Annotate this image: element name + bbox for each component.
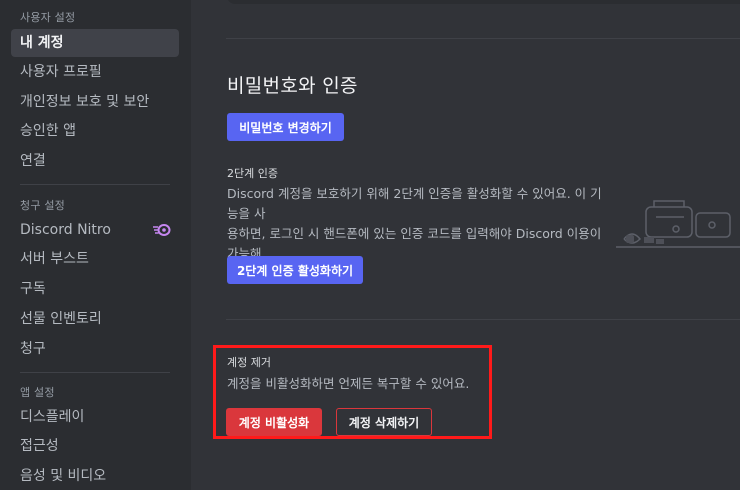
sidebar-divider	[20, 372, 170, 373]
section-divider	[226, 319, 740, 320]
sidebar-item-server-boost[interactable]: 서버 부스트	[11, 245, 179, 273]
two-factor-label: 2단계 인증	[227, 167, 278, 180]
sidebar-item-label: 디스플레이	[20, 409, 85, 425]
sidebar-item-accessibility[interactable]: 접근성	[11, 432, 179, 460]
app-settings-header: 앱 설정	[20, 386, 55, 399]
sidebar-item-label: 선물 인벤토리	[20, 311, 102, 327]
sidebar-item-nitro[interactable]: Discord Nitro	[11, 216, 179, 244]
settings-sidebar: 사용자 설정 내 계정 사용자 프로필 개인정보 보호 및 보안 승인한 앱 연…	[0, 0, 191, 490]
two-factor-desc-line: Discord 계정을 보호하기 위해 2단계 인증을 활성화할 수 있어요. …	[227, 186, 602, 221]
section-divider	[226, 38, 740, 39]
sidebar-item-label: 구독	[20, 281, 46, 297]
two-factor-illustration	[616, 200, 740, 248]
nitro-icon	[153, 224, 171, 236]
sidebar-item-label: 접근성	[20, 438, 59, 454]
sidebar-item-label: 내 계정	[20, 35, 64, 51]
sidebar-item-label: 연결	[20, 153, 46, 169]
sidebar-item-authorized-apps[interactable]: 승인한 앱	[11, 117, 179, 145]
sidebar-item-label: 서버 부스트	[20, 251, 89, 267]
sidebar-item-voice-video[interactable]: 음성 및 비디오	[11, 462, 179, 490]
sidebar-item-label: 사용자 프로필	[20, 64, 102, 80]
sidebar-item-user-profile[interactable]: 사용자 프로필	[11, 58, 179, 86]
change-password-button[interactable]: 비밀번호 변경하기	[227, 113, 344, 141]
sidebar-item-my-account[interactable]: 내 계정	[11, 29, 179, 57]
sidebar-item-label: 음성 및 비디오	[20, 468, 107, 484]
sidebar-item-privacy-safety[interactable]: 개인정보 보호 및 보안	[11, 88, 179, 116]
user-settings-header: 사용자 설정	[20, 11, 76, 24]
main-content: 비밀번호와 인증 비밀번호 변경하기 2단계 인증 Discord 계정을 보호…	[191, 0, 740, 490]
sidebar-item-billing[interactable]: 청구	[11, 335, 179, 363]
sidebar-item-subscriptions[interactable]: 구독	[11, 275, 179, 303]
password-auth-title: 비밀번호와 인증	[227, 75, 358, 97]
sidebar-divider	[20, 184, 170, 185]
sidebar-item-label: 개인정보 보호 및 보안	[20, 94, 150, 110]
sidebar-item-appearance[interactable]: 디스플레이	[11, 403, 179, 431]
sidebar-item-connections[interactable]: 연결	[11, 147, 179, 175]
highlight-annotation-box	[213, 345, 492, 439]
sidebar-item-label: 승인한 앱	[20, 123, 76, 139]
account-card-bottom	[227, 0, 740, 4]
enable-2fa-button[interactable]: 2단계 인증 활성화하기	[227, 256, 363, 284]
sidebar-item-label: 청구	[20, 341, 46, 357]
sidebar-item-gift-inventory[interactable]: 선물 인벤토리	[11, 305, 179, 333]
sidebar-item-label: Discord Nitro	[20, 222, 111, 238]
billing-settings-header: 청구 설정	[20, 199, 65, 212]
